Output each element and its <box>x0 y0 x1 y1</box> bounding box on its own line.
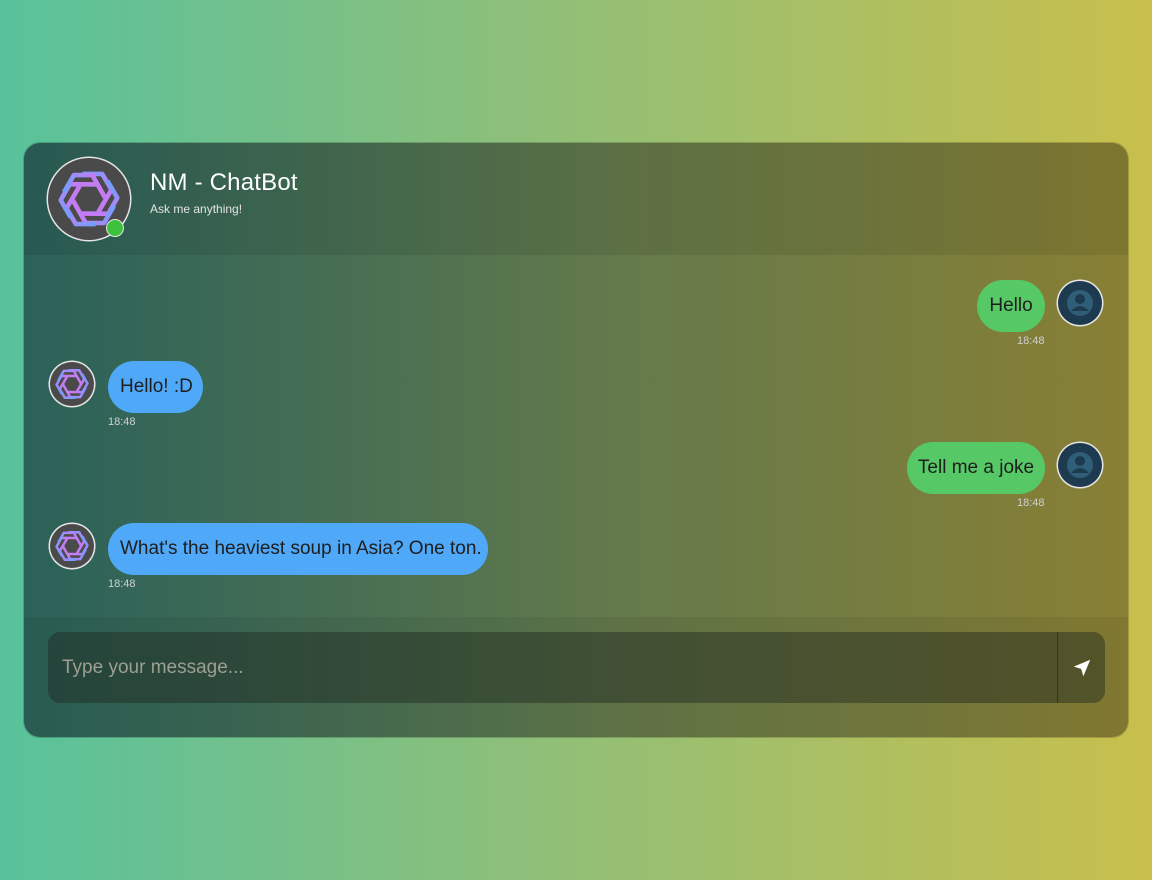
message-bubble: Hello <box>977 280 1045 332</box>
chat-subtitle: Ask me anything! <box>150 202 243 216</box>
message-timestamp: 18:48 <box>1017 335 1045 347</box>
send-arrow-icon <box>1073 659 1091 676</box>
chat-header: NM - ChatBot Ask me anything! <box>24 143 1128 255</box>
message-bubble: What's the heaviest soup in Asia? One to… <box>108 523 488 575</box>
message-input-group <box>48 632 1105 703</box>
chat-title: NM - ChatBot <box>150 169 298 196</box>
user-icon <box>1067 452 1093 478</box>
composer <box>24 617 1128 737</box>
message-input[interactable] <box>48 632 1057 703</box>
openai-logo-icon <box>54 366 90 402</box>
bot-avatar-small <box>50 362 94 406</box>
chat-window: NM - ChatBot Ask me anything! Hello 18:4… <box>24 143 1128 737</box>
message-list: Hello 18:48 Hello! :D 18:48 Tell me a jo… <box>24 255 1128 617</box>
user-avatar <box>1058 443 1102 487</box>
online-status-indicator <box>106 219 124 237</box>
user-icon <box>1067 290 1093 316</box>
message-timestamp: 18:48 <box>108 578 136 590</box>
message-timestamp: 18:48 <box>1017 497 1045 509</box>
message-bubble: Tell me a joke <box>907 442 1045 494</box>
send-button[interactable] <box>1057 632 1105 703</box>
user-avatar <box>1058 281 1102 325</box>
message-timestamp: 18:48 <box>108 416 136 428</box>
bot-avatar-small <box>50 524 94 568</box>
message-bubble: Hello! :D <box>108 361 203 413</box>
openai-logo-icon <box>54 528 90 564</box>
